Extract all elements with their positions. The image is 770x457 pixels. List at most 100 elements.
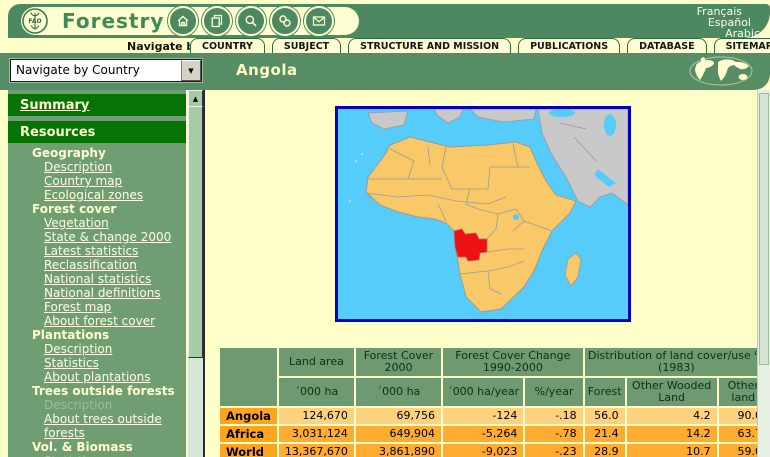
sidebar-item-latest-statistics[interactable]: Latest statistics <box>8 244 186 258</box>
sidebar-item-plantations-statistics[interactable]: Statistics <box>8 356 186 370</box>
angola-change-pct: -.18 <box>525 408 582 424</box>
brand-pill: FAO Forestry <box>21 7 359 35</box>
documents-icon <box>209 13 225 29</box>
home-button[interactable] <box>168 6 198 36</box>
world-land-area: 13,367,670 <box>279 444 354 457</box>
africa-map-image <box>338 109 628 319</box>
africa-forest-pct: 21.4 <box>585 426 625 442</box>
sidebar-item-national-definitions[interactable]: National definitions <box>8 286 186 300</box>
sidebar-category-vol-biomass: Vol. & Biomass <box>8 440 186 454</box>
home-icon <box>175 13 191 29</box>
unit-000ha-1: ´000 ha <box>279 378 354 406</box>
table-row-world: World 13,367,670 3,861,890 -9,023 -.23 2… <box>220 444 768 457</box>
unit-forest: Forest <box>585 378 625 406</box>
world-other-wooded: 10.7 <box>627 444 717 457</box>
search-icon <box>243 13 259 29</box>
angola-forest-pct: 56.0 <box>585 408 625 424</box>
unit-other-wooded-land: Other Wooded Land <box>627 378 717 406</box>
angola-change-ha: -124 <box>443 408 523 424</box>
sidebar-nav-list: Geography Description Country map Ecolog… <box>8 143 186 457</box>
tab-sitemap[interactable]: SITEMAP <box>714 38 770 53</box>
col-group-forest-cover-2000: Forest Cover 2000 <box>356 348 441 376</box>
search-button[interactable] <box>236 6 266 36</box>
links-button[interactable] <box>270 6 300 36</box>
sidebar-category-trees-outside-forests: Trees outside forests <box>8 384 186 398</box>
table-corner-cell <box>220 348 277 406</box>
row-header-world: World <box>220 444 277 457</box>
world-forest-cover: 3,861,890 <box>356 444 441 457</box>
col-group-forest-cover-change: Forest Cover Change 1990-2000 <box>443 348 583 376</box>
table-row-africa: Africa 3,031,124 649,904 -5,264 -.78 21.… <box>220 426 768 442</box>
sidebar-item-about-plantations[interactable]: About plantations <box>8 370 186 384</box>
angola-land-area: 124,670 <box>279 408 354 424</box>
table-row-angola: Angola 124,670 69,756 -124 -.18 56.0 4.2… <box>220 408 768 424</box>
contact-button[interactable] <box>304 6 334 36</box>
brand-title: Forestry <box>62 9 164 33</box>
documents-button[interactable] <box>202 6 232 36</box>
sidebar-item-about-trees-outside-forests[interactable]: About trees outside forests <box>8 412 186 440</box>
sidebar-item-vegetation[interactable]: Vegetation <box>8 216 186 230</box>
tab-database[interactable]: DATABASE <box>627 38 707 53</box>
sidebar-item-ecological-zones[interactable]: Ecological zones <box>8 188 186 202</box>
sidebar-item-national-statistics[interactable]: National statistics <box>8 272 186 286</box>
sidebar-scrollbar-thumb[interactable] <box>188 106 203 358</box>
col-group-distribution: Distribution of land cover/use % (1983) <box>585 348 768 376</box>
africa-forest-cover: 649,904 <box>356 426 441 442</box>
africa-change-ha: -5,264 <box>443 426 523 442</box>
sidebar-item-description[interactable]: Description <box>8 160 186 174</box>
link-icon <box>277 13 293 29</box>
unit-pct-year: %/year <box>525 378 582 406</box>
dropdown-arrow-icon[interactable]: ▼ <box>181 60 201 81</box>
sidebar-item-summary[interactable]: Summary <box>8 94 186 116</box>
unit-000ha-2: ´000 ha <box>356 378 441 406</box>
world-forest-pct: 28.9 <box>585 444 625 457</box>
page-header-bar: Navigate by Country ▼ Angola <box>0 53 770 90</box>
sidebar-category-forest-cover: Forest cover <box>8 202 186 216</box>
svg-text:FAO: FAO <box>28 18 41 25</box>
scrollbar-up-icon[interactable]: ▲ <box>188 90 203 107</box>
fao-logo-icon[interactable]: FAO <box>22 8 48 34</box>
content-scrollbar[interactable] <box>757 90 770 457</box>
sidebar-item-country-map[interactable]: Country map <box>8 174 186 188</box>
tab-publications[interactable]: PUBLICATIONS <box>518 38 620 53</box>
sidebar-item-forest-map[interactable]: Forest map <box>8 300 186 314</box>
navigate-by-country-dropdown[interactable]: Navigate by Country ▼ <box>10 59 202 82</box>
nav-tab-row: Navigate by: COUNTRY SUBJECT STRUCTURE A… <box>0 38 770 53</box>
table-group-header-row: Land area Forest Cover 2000 Forest Cover… <box>220 348 768 376</box>
africa-other-wooded: 14.2 <box>627 426 717 442</box>
sidebar-category-geography: Geography <box>8 146 186 160</box>
col-group-land-area: Land area <box>279 348 354 376</box>
sidebar-item-reclassification[interactable]: Reclassification <box>8 258 186 272</box>
tab-structure-and-mission[interactable]: STRUCTURE AND MISSION <box>348 38 511 53</box>
sidebar-scrollbar[interactable]: ▲ <box>188 90 205 457</box>
page: FAO Forestry <box>0 0 770 457</box>
africa-change-pct: -.78 <box>525 426 582 442</box>
content-scrollbar-thumb[interactable] <box>759 93 769 365</box>
row-header-africa: Africa <box>220 426 277 442</box>
sidebar-item-plantations-description[interactable]: Description <box>8 342 186 356</box>
sidebar-item-resources[interactable]: Resources <box>8 121 186 143</box>
world-change-pct: -.23 <box>525 444 582 457</box>
mail-icon <box>311 13 327 29</box>
sidebar: Summary Resources Geography Description … <box>8 90 186 457</box>
angola-other-wooded: 4.2 <box>627 408 717 424</box>
language-links: Français Español Arabic <box>697 6 760 39</box>
africa-locator-map <box>335 106 631 322</box>
dropdown-value: Navigate by Country <box>11 60 181 81</box>
sidebar-item-state-change-2000[interactable]: State & change 2000 <box>8 230 186 244</box>
world-change-ha: -9,023 <box>443 444 523 457</box>
nav-tabs: COUNTRY SUBJECT STRUCTURE AND MISSION PU… <box>190 38 770 53</box>
tab-country[interactable]: COUNTRY <box>190 38 265 53</box>
row-header-angola: Angola <box>220 408 277 424</box>
angola-forest-cover: 69,756 <box>356 408 441 424</box>
africa-land-area: 3,031,124 <box>279 426 354 442</box>
table-unit-header-row: ´000 ha ´000 ha ´000 ha/year %/year Fore… <box>220 378 768 406</box>
globe-icon <box>688 56 754 86</box>
sidebar-item-about-forest-cover[interactable]: About forest cover <box>8 314 186 328</box>
page-title: Angola <box>236 61 298 79</box>
sidebar-category-plantations: Plantations <box>8 328 186 342</box>
forest-statistics-table: Land area Forest Cover 2000 Forest Cover… <box>218 346 770 457</box>
tab-subject[interactable]: SUBJECT <box>272 38 341 53</box>
unit-000ha-year: ´000 ha/year <box>443 378 523 406</box>
top-banner: FAO Forestry <box>8 4 770 38</box>
